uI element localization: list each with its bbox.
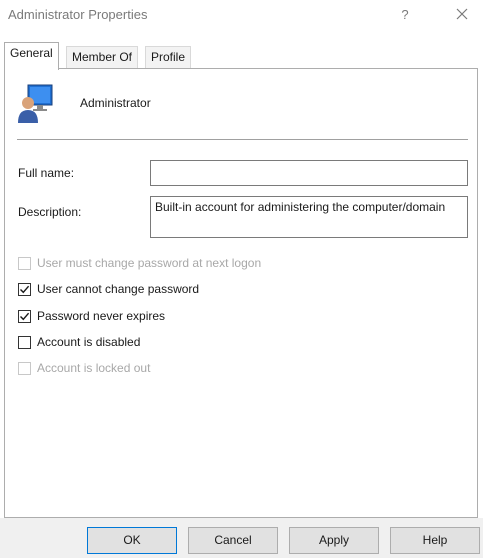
account-disabled-label: Account is disabled bbox=[37, 335, 141, 349]
tab-general[interactable]: General bbox=[4, 42, 59, 70]
cannot-change-password-checkbox[interactable] bbox=[18, 283, 31, 296]
description-field[interactable]: Built-in account for administering the c… bbox=[150, 196, 468, 238]
close-icon[interactable] bbox=[450, 4, 474, 26]
ok-button[interactable]: OK bbox=[87, 527, 177, 554]
password-never-expires-label: Password never expires bbox=[37, 309, 166, 323]
help-button[interactable]: Help bbox=[390, 527, 480, 554]
must-change-password-checkbox[interactable] bbox=[18, 257, 31, 270]
user-account-icon bbox=[18, 83, 56, 123]
user-name-label: Administrator bbox=[80, 96, 151, 110]
description-label: Description: bbox=[18, 205, 82, 219]
apply-button[interactable]: Apply bbox=[289, 527, 379, 554]
cannot-change-password-label: User cannot change password bbox=[37, 282, 200, 296]
account-locked-out-checkbox[interactable] bbox=[18, 362, 31, 375]
tab-profile[interactable]: Profile bbox=[145, 46, 192, 69]
password-never-expires-checkbox[interactable] bbox=[18, 310, 31, 323]
account-locked-out-label: Account is locked out bbox=[37, 361, 151, 375]
cancel-button[interactable]: Cancel bbox=[188, 527, 278, 554]
full-name-label: Full name: bbox=[18, 166, 75, 180]
checkmark-icon bbox=[20, 312, 30, 321]
tab-strip: General Member Of Profile bbox=[0, 42, 483, 70]
window-title: Administrator Properties bbox=[8, 7, 148, 22]
separator-line bbox=[17, 139, 468, 140]
full-name-field[interactable] bbox=[150, 160, 468, 186]
tab-member-of[interactable]: Member Of bbox=[66, 46, 139, 69]
account-disabled-checkbox[interactable] bbox=[18, 336, 31, 349]
checkmark-icon bbox=[20, 285, 30, 294]
title-bar: Administrator Properties ? bbox=[0, 0, 483, 32]
help-icon[interactable]: ? bbox=[393, 4, 417, 26]
must-change-password-label: User must change password at next logon bbox=[37, 256, 262, 270]
